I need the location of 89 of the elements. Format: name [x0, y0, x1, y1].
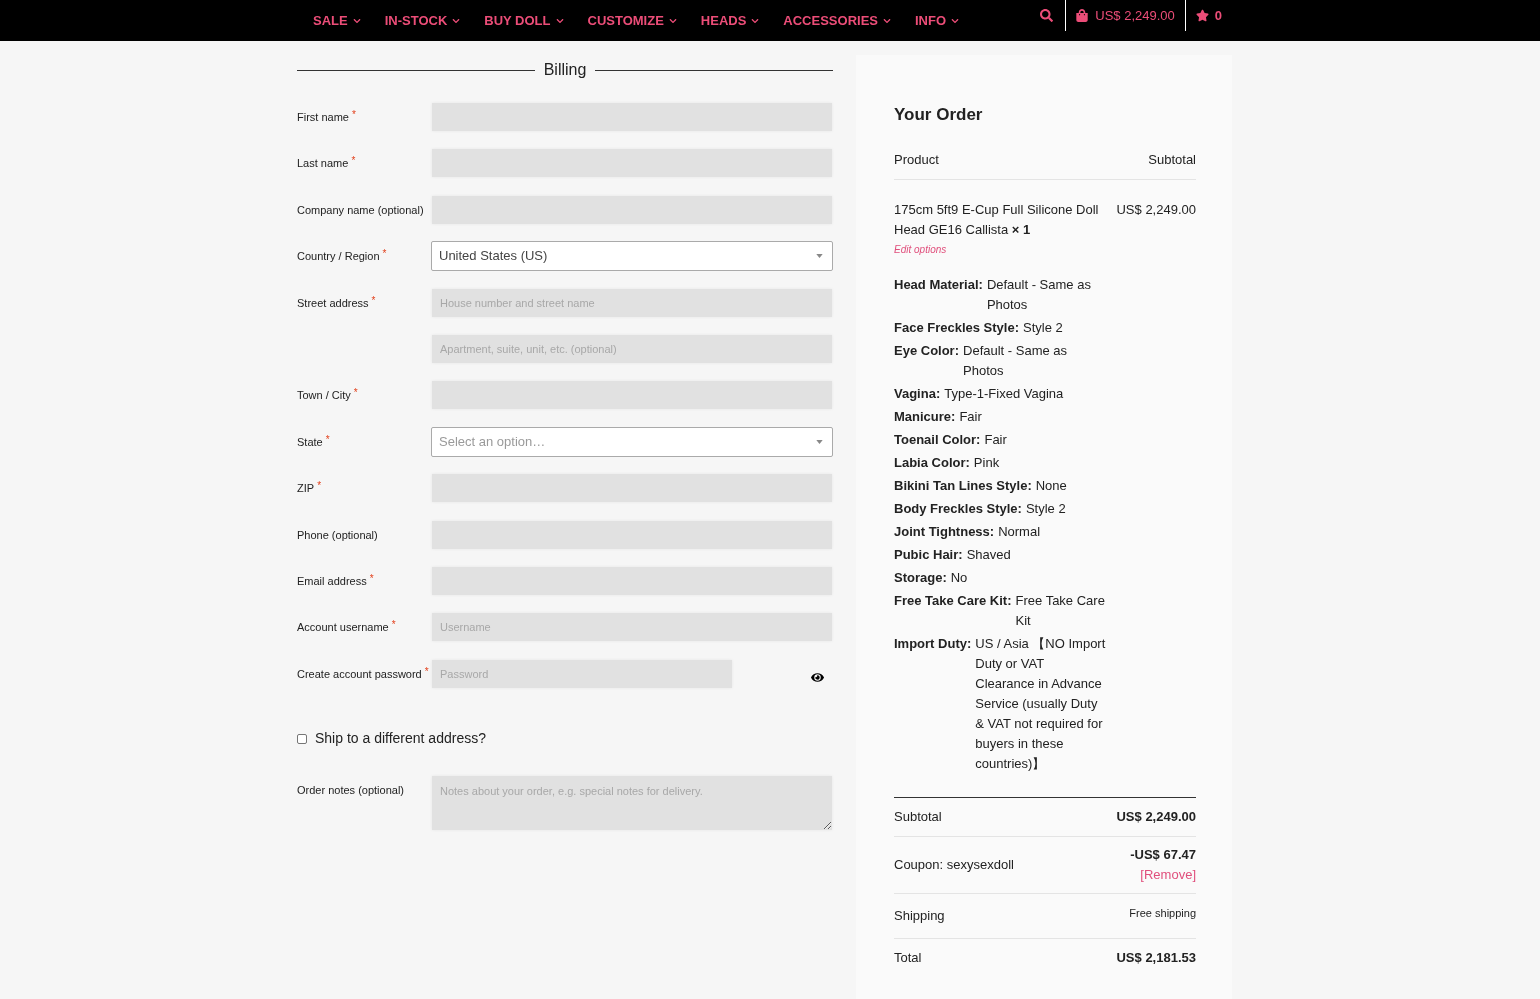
option-label: Import Duty: [894, 635, 972, 653]
option-value: Fair [984, 431, 1007, 449]
required-mark: * [369, 573, 374, 584]
option-label: Head Material: [894, 276, 983, 294]
select-field[interactable]: United States (US) [431, 241, 833, 272]
cart-link[interactable]: US$ 2,249.00 [1066, 0, 1185, 31]
option-value: Type-1-Fixed Vagina [944, 385, 1064, 403]
required-mark: * [325, 434, 330, 445]
field-label: Phone (optional) [297, 527, 378, 542]
option-label: Bikini Tan Lines Style: [894, 477, 1032, 495]
required-mark: * [317, 481, 322, 492]
option-value: Pink [973, 454, 1000, 472]
dropdown-caret-icon [816, 439, 823, 444]
option-value: Fair [959, 408, 982, 426]
option-value: Default - Same as Photos [986, 276, 1092, 314]
field-label: Last name [297, 156, 349, 171]
field-label: Country / Region [297, 249, 380, 264]
required-mark: * [351, 110, 356, 120]
password-input[interactable]: Password [432, 659, 732, 688]
field-label: Street address [297, 295, 369, 310]
field-label: Order notes (optional) [297, 782, 405, 797]
line-subtotal: US$ 2,249.00 [1116, 201, 1196, 219]
option-value: Shaved [966, 546, 1011, 564]
nav-menu-item[interactable]: ACCESSORIES [783, 10, 891, 31]
required-mark: * [382, 249, 387, 260]
nav-menu-item[interactable]: IN-STOCK [384, 10, 461, 31]
required-mark: * [391, 620, 396, 631]
option-value: None [1035, 477, 1067, 495]
required-mark: * [351, 156, 356, 167]
option-value: Normal [998, 523, 1041, 541]
remove-coupon-link[interactable]: [Remove] [1140, 865, 1196, 885]
star-icon [1195, 9, 1209, 22]
text-input[interactable]: House number and street name [432, 288, 832, 317]
field-label: State [297, 434, 323, 449]
option-value: No [950, 569, 968, 587]
option-value: Default - Same as Photos [963, 342, 1069, 380]
field-label: Create account password [297, 666, 422, 681]
nav-menu-item[interactable]: CUSTOMIZE [587, 10, 677, 31]
total-amount: US$ 2,181.53 [1116, 949, 1196, 967]
search-icon[interactable] [1040, 9, 1054, 22]
option-value: Style 2 [1023, 319, 1063, 337]
shipping-method: Free shipping [1129, 906, 1196, 921]
column-header: Product [894, 151, 939, 169]
field-label: Town / City [297, 388, 351, 403]
required-mark: * [424, 666, 429, 677]
option-label: Free Take Care Kit: [894, 592, 1012, 610]
total-label: Total [894, 949, 922, 967]
option-label: Face Freckles Style: [894, 319, 1020, 337]
coupon-label: Coupon: sexysexdoll [894, 856, 1014, 874]
option-label: Body Freckles Style: [894, 500, 1022, 518]
field-label: Company name (optional) [297, 202, 424, 217]
edit-options-link[interactable]: Edit options [894, 243, 947, 257]
option-label: Joint Tightness: [894, 523, 995, 541]
checkbox-label: Ship to a different address? [315, 729, 486, 749]
wishlist-link[interactable]: 0 [1185, 0, 1232, 31]
option-value: US / Asia 【NO Import Duty or VAT Clearance in Advance Service (usually Duty & VAT not required for buyers in these countries)】 [975, 635, 1106, 773]
text-input[interactable]: Apartment, suite, unit, etc. (optional) [432, 334, 832, 363]
option-label: Vagina: [894, 385, 941, 403]
field-label: Account username [297, 620, 389, 635]
option-label: Manicure: [894, 408, 956, 426]
option-value: Free Take Care Kit [1015, 592, 1106, 630]
nav-menu-item[interactable]: INFO [915, 10, 960, 31]
total-label: Subtotal [894, 808, 942, 826]
option-value: Style 2 [1025, 500, 1066, 518]
field-label: Email address [297, 573, 367, 588]
column-header: Subtotal [1148, 151, 1196, 169]
total-amount: US$ 2,249.00 [1116, 808, 1196, 826]
eye-icon[interactable] [811, 671, 824, 685]
discount-amount: -US$ 67.47 [1130, 846, 1196, 864]
option-label: Toenail Color: [894, 431, 981, 449]
nav-menu-item[interactable]: BUY DOLL [484, 10, 564, 31]
nav-menu-item[interactable]: HEADS [700, 10, 760, 31]
text-input[interactable]: Username [432, 613, 832, 642]
field-label: First name [297, 110, 349, 124]
checkbox[interactable] [297, 733, 307, 744]
field-label: ZIP [297, 481, 315, 496]
shipping-label: Shipping [894, 907, 945, 925]
dropdown-caret-icon [816, 254, 823, 259]
required-mark: * [371, 295, 376, 306]
option-label: Pubic Hair: [894, 546, 963, 564]
option-label: Eye Color: [894, 342, 959, 360]
section-title: Billing [542, 60, 588, 80]
shopping-bag-icon [1076, 9, 1089, 22]
required-mark: * [353, 388, 358, 399]
product-name: 175cm 5ft9 E-Cup Full Silicone Doll Head GE16 Callista × 1 [894, 201, 1100, 239]
option-label: Storage: [894, 569, 947, 587]
order-title: Your Order [894, 104, 984, 126]
option-label: Labia Color: [894, 454, 970, 472]
nav-menu-item[interactable]: SALE [313, 10, 361, 31]
